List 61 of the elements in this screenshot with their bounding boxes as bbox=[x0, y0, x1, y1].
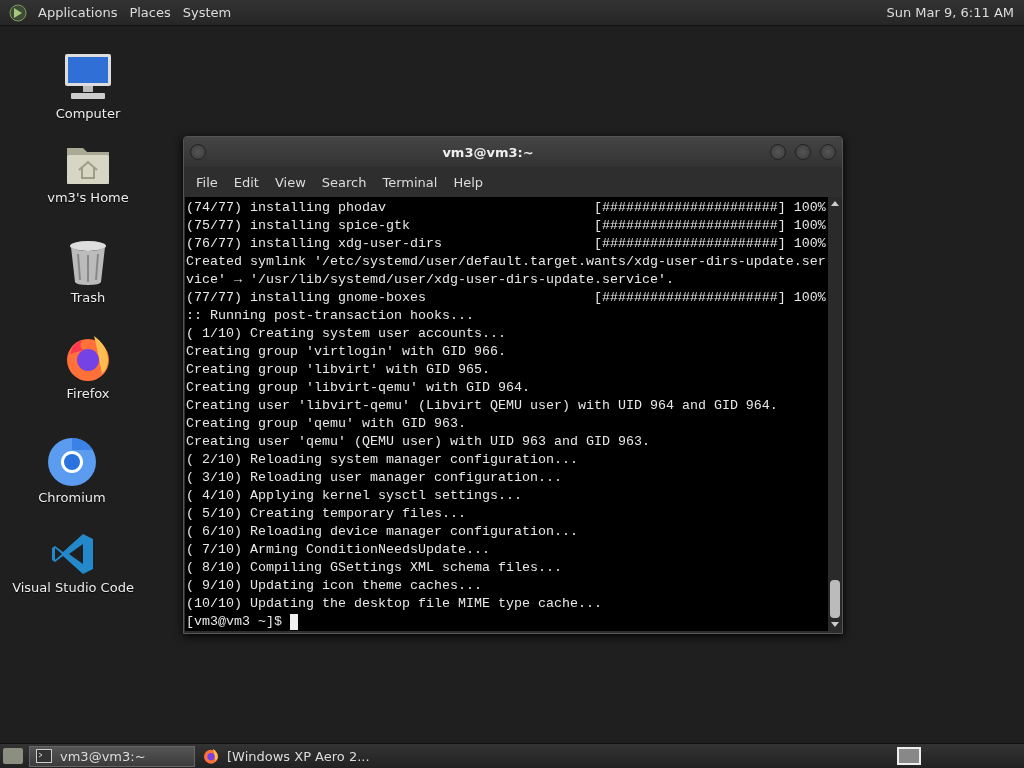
menu-item[interactable]: Edit bbox=[225, 174, 267, 190]
terminal-line: ( 2/10) Reloading system manager configuration... bbox=[186, 451, 579, 469]
logo-icon[interactable] bbox=[8, 2, 28, 23]
terminal-icon bbox=[36, 749, 52, 763]
icon-label[interactable]: Firefox bbox=[66, 386, 110, 401]
computer-icon bbox=[63, 52, 113, 102]
terminal-line: vice' → '/usr/lib/systemd/user/xdg-user-dirs-update.service'. bbox=[186, 271, 675, 289]
trash-icon bbox=[68, 240, 108, 286]
terminal-line: (74/77) installing phodav [######################] 100% bbox=[186, 199, 827, 217]
minimize-button[interactable] bbox=[770, 144, 786, 160]
terminal-line: :: Running post-transaction hooks... bbox=[186, 307, 475, 325]
terminal-line: (75/77) installing spice-gtk [######################] 100% bbox=[186, 217, 827, 235]
terminal-line: ( 6/10) Reloading device manager configuration... bbox=[186, 523, 579, 541]
terminal-line: ( 4/10) Applying kernel sysctl settings... bbox=[186, 487, 523, 505]
close-button[interactable] bbox=[820, 144, 836, 160]
firefox-icon bbox=[64, 334, 112, 382]
terminal-line: ( 9/10) Updating icon theme caches... bbox=[186, 577, 483, 595]
menu-item[interactable]: Search bbox=[313, 174, 375, 190]
terminal-line: Created symlink '/etc/systemd/user/default.target.wants/xdg-user-dirs-update.ser bbox=[186, 253, 827, 271]
clock[interactable]: Sun Mar 9, 6:11 AM bbox=[886, 5, 1024, 20]
window-title: vm3@vm3:~ bbox=[441, 144, 535, 160]
terminal-line: Creating group 'libvirt-qemu' with GID 964. bbox=[186, 379, 531, 397]
icon-label[interactable]: Chromium bbox=[38, 490, 106, 505]
icon-label[interactable]: vm3's Home bbox=[47, 190, 129, 205]
code-editor-icon bbox=[51, 532, 95, 576]
menu-item[interactable]: View bbox=[266, 174, 314, 190]
scroll-down-icon[interactable] bbox=[831, 622, 839, 627]
shell-prompt: [vm3@vm3 ~]$ bbox=[186, 613, 283, 631]
icon-label[interactable]: Visual Studio Code bbox=[12, 580, 134, 595]
terminal-line: ( 7/10) Arming ConditionNeedsUpdate... bbox=[186, 541, 491, 559]
workspace-switcher[interactable] bbox=[897, 747, 921, 765]
terminal-line: Creating group 'qemu' with GID 963. bbox=[186, 415, 467, 433]
terminal-line: ( 8/10) Compiling GSettings XML schema files... bbox=[186, 559, 563, 577]
scroll-thumb[interactable] bbox=[830, 580, 840, 618]
terminal-line: ( 5/10) Creating temporary files... bbox=[186, 505, 467, 523]
icon-label[interactable]: Computer bbox=[55, 106, 121, 121]
scroll-up-icon[interactable] bbox=[831, 201, 839, 206]
chromium-icon bbox=[48, 438, 96, 486]
menu-item[interactable]: Terminal bbox=[374, 174, 446, 190]
maximize-button[interactable] bbox=[795, 144, 811, 160]
panel-menu[interactable]: Places bbox=[123, 5, 177, 20]
terminal-line: Creating user 'libvirt-qemu' (Libvirt QEMU user) with UID 964 and GID 964. bbox=[186, 397, 779, 415]
terminal-line: (76/77) installing xdg-user-dirs [######################] 100% bbox=[186, 235, 827, 253]
terminal-line: Creating user 'qemu' (QEMU user) with UID 963 and GID 963. bbox=[186, 433, 651, 451]
firefox-icon bbox=[203, 748, 219, 764]
menu-item[interactable]: File bbox=[188, 174, 226, 190]
menu-item[interactable]: Help bbox=[445, 174, 492, 190]
terminal-line: (10/10) Updating the desktop file MIME type cache... bbox=[186, 595, 603, 613]
text-cursor bbox=[290, 614, 298, 630]
scrollbar[interactable] bbox=[828, 197, 842, 631]
taskbar-button[interactable]: [Windows XP Aero 2... bbox=[197, 745, 376, 767]
taskbar-button[interactable]: vm3@vm3:~ bbox=[29, 745, 195, 767]
panel-menu[interactable]: System bbox=[176, 5, 238, 20]
panel-menu[interactable]: Applications bbox=[32, 5, 124, 20]
terminal-line: ( 3/10) Reloading user manager configuration... bbox=[186, 469, 563, 487]
terminal-line: ( 1/10) Creating system user accounts... bbox=[186, 325, 507, 343]
icon-label[interactable]: Trash bbox=[70, 290, 106, 305]
terminal-line: Creating group 'virtlogin' with GID 966. bbox=[186, 343, 507, 361]
terminal-line: (77/77) installing gnome-boxes [######################] 100% bbox=[186, 289, 827, 307]
terminal-line: Creating group 'libvirt' with GID 965. bbox=[186, 361, 491, 379]
window-menu-button[interactable] bbox=[190, 144, 206, 160]
